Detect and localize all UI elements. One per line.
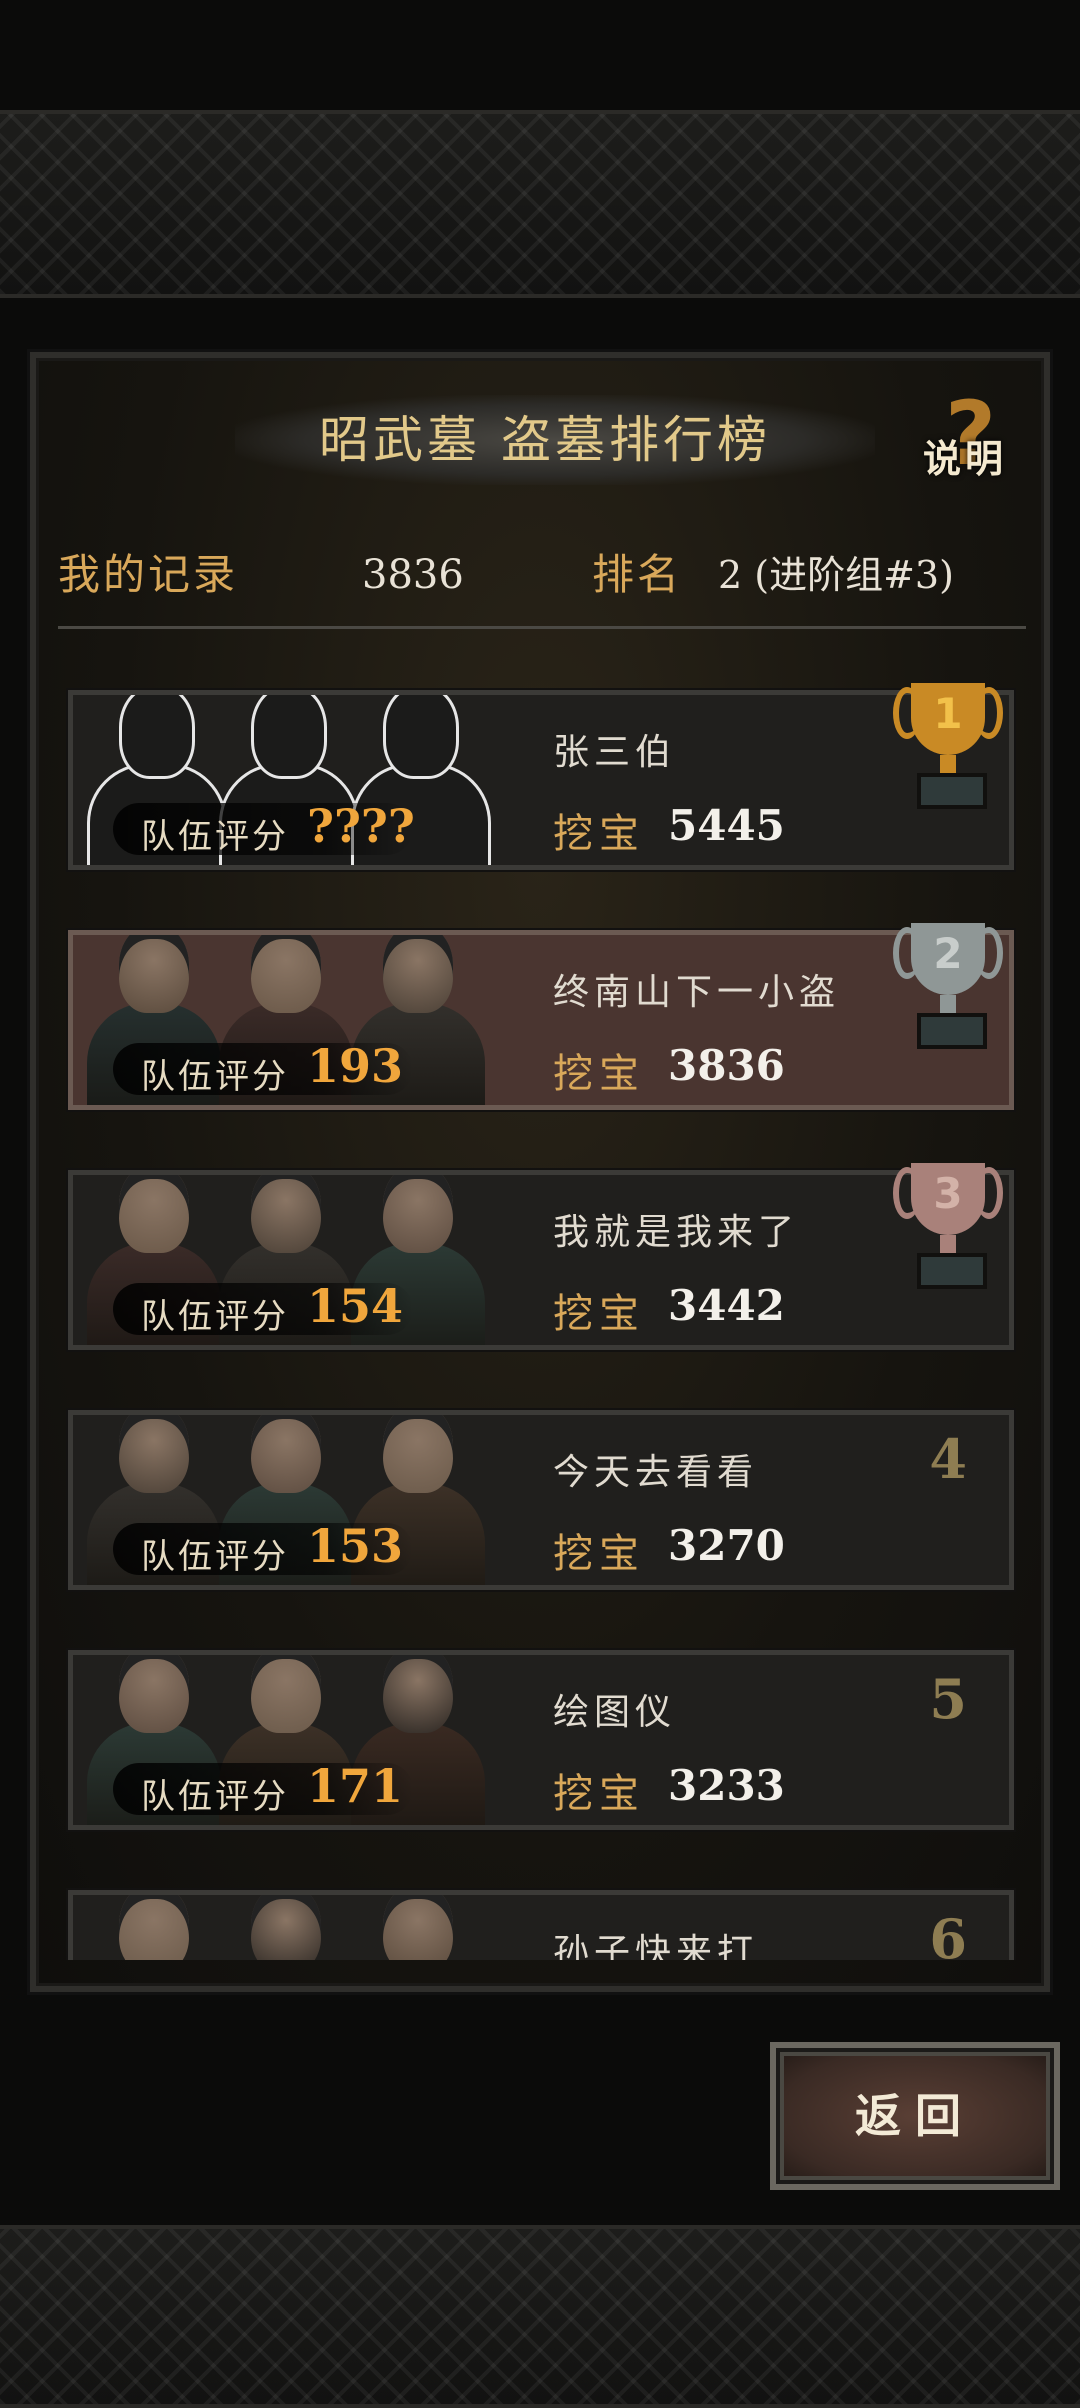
dig-score-label: 挖宝: [553, 1771, 645, 1817]
help-button[interactable]: ? 说明: [915, 382, 1040, 490]
rank-number: 5: [929, 1667, 967, 1731]
rank-number: 6: [929, 1907, 967, 1960]
rank-number: 4: [929, 1427, 967, 1491]
player-name: 今天去看看: [553, 1452, 759, 1493]
team-member-portrait: [211, 1895, 361, 1960]
leaderboard-row[interactable]: 队伍评分 154 我就是我来了挖宝 3442 3: [68, 1163, 1014, 1350]
team-member-portrait: [343, 1895, 493, 1960]
record-divider: [58, 626, 1026, 629]
player-name: 孙子快来打: [553, 1932, 759, 1960]
player-name: 绘图仪: [553, 1692, 677, 1733]
leaderboard-row[interactable]: 队伍评分???? 张三伯挖宝 5445 1: [68, 683, 1014, 870]
dig-score-label: 挖宝: [553, 1291, 645, 1337]
dig-score-value: 3442: [668, 1281, 785, 1330]
trophy-rank-number: 2: [933, 929, 963, 978]
my-record-value: 3836: [362, 552, 464, 598]
back-button-label: 返回: [855, 2089, 975, 2143]
team-portraits: [73, 1895, 543, 1960]
my-record-label: 我的记录: [58, 550, 239, 599]
team-score-label: 队伍评分: [141, 817, 289, 857]
leaderboard-row[interactable]: 队伍评分 171 绘图仪挖宝 3233 5: [68, 1650, 1014, 1830]
team-score-value: ????: [307, 799, 415, 853]
team-score-label: 队伍评分: [141, 1537, 289, 1577]
rank-label: 排名: [592, 550, 683, 599]
dig-score-value: 5445: [668, 801, 785, 850]
leaderboard-row[interactable]: 队伍评分 153 今天去看看挖宝 3270 4: [68, 1410, 1014, 1590]
team-score-value: 171: [307, 1759, 404, 1813]
team-member-portrait: [79, 1895, 229, 1960]
dig-score-value: 3836: [668, 1041, 785, 1090]
team-score-value: 153: [307, 1519, 404, 1573]
rank-value: 2 (进阶组#3): [718, 553, 954, 597]
gold-trophy-icon: 1: [893, 683, 1003, 813]
leaderboard-row[interactable]: 队伍评分 193 终南山下一小盗挖宝 3836 2: [68, 923, 1014, 1110]
trophy-rank-number: 1: [933, 689, 963, 738]
trophy-rank-number: 3: [933, 1169, 963, 1218]
decorative-bottom-band: [0, 2225, 1080, 2408]
team-score-value: 193: [307, 1039, 404, 1093]
dig-score-label: 挖宝: [553, 1051, 645, 1097]
help-label: 说明: [923, 436, 1008, 481]
team-score-value: 154: [307, 1279, 404, 1333]
dig-score-label: 挖宝: [553, 1531, 645, 1577]
page-title: 昭武墓 盗墓排行榜: [319, 411, 771, 469]
team-score-label: 队伍评分: [141, 1057, 289, 1097]
team-score-label: 队伍评分: [141, 1297, 289, 1337]
player-name: 终南山下一小盗: [553, 972, 841, 1013]
dig-score-value: 3270: [668, 1521, 785, 1570]
silver-trophy-icon: 2: [893, 923, 1003, 1053]
player-name: 我就是我来了: [553, 1212, 800, 1253]
back-button[interactable]: 返回: [770, 2042, 1060, 2190]
dig-score-label: 挖宝: [553, 811, 645, 857]
team-score-label: 队伍评分: [141, 1777, 289, 1817]
leaderboard-list[interactable]: 队伍评分???? 张三伯 挖宝 5445 1 队伍评分 193 终南山下一小盗 挖宝 3836 2 队…: [58, 670, 1018, 1960]
player-name: 张三伯: [553, 732, 677, 773]
bronze-trophy-icon: 3: [893, 1163, 1003, 1293]
decorative-top-band: [0, 110, 1080, 298]
leaderboard-row[interactable]: 孙子快来打 6: [68, 1890, 1014, 1960]
dig-score-value: 3233: [668, 1761, 785, 1810]
